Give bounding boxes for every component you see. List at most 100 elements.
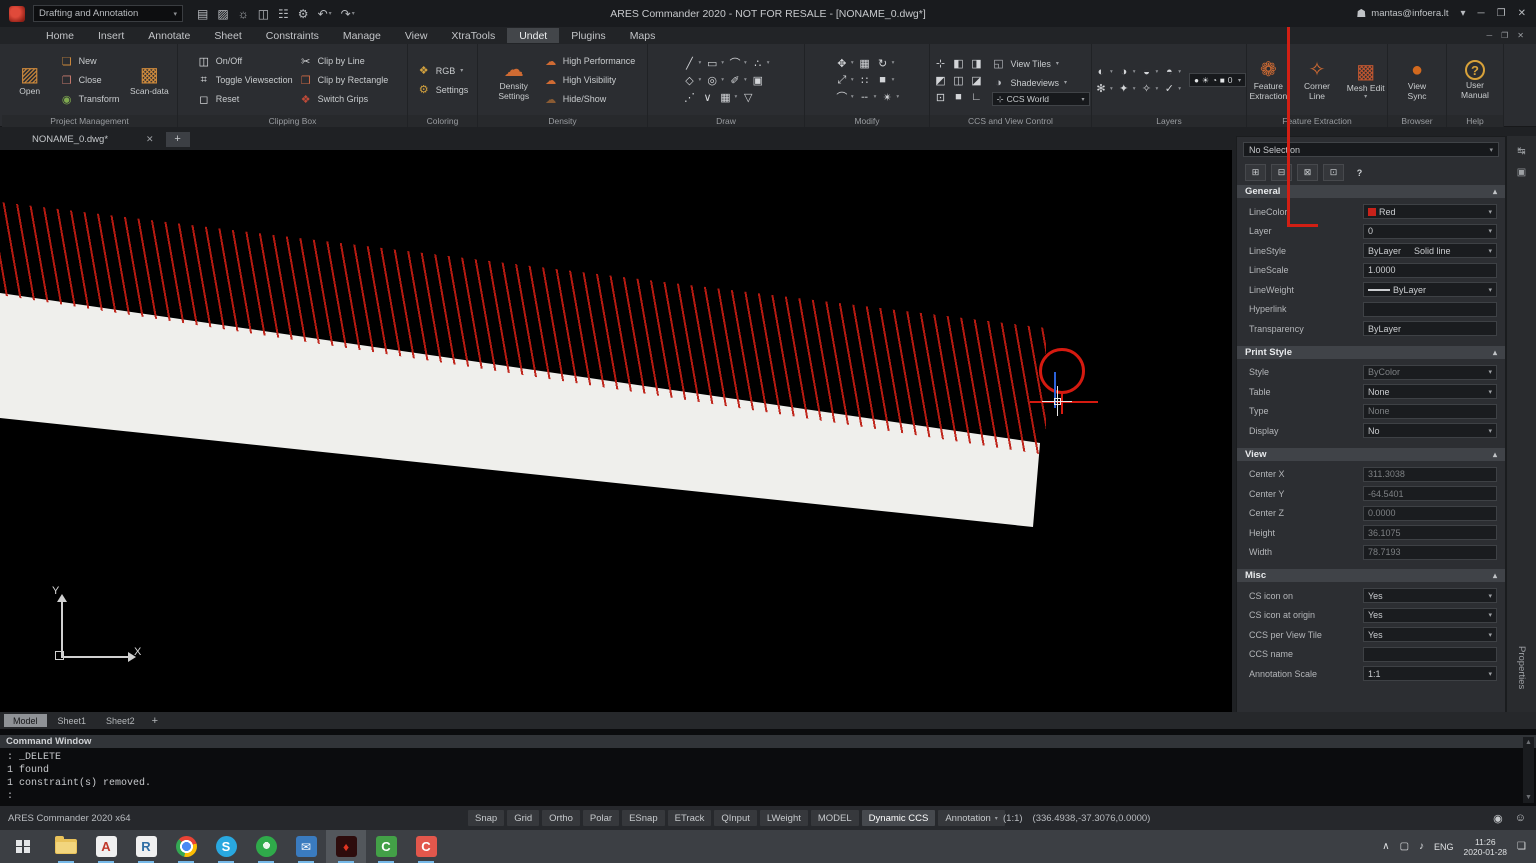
settings-gear-icon[interactable]: ⚙ <box>298 7 309 21</box>
fill-icon[interactable]: ■ <box>874 73 892 88</box>
high-performance-button[interactable]: ☁High Performance <box>544 52 636 71</box>
selection-dropdown[interactable]: No Selection ▾ <box>1243 142 1499 157</box>
rgb-button[interactable]: ❖RGB▾ <box>417 61 469 80</box>
start-button[interactable] <box>0 830 46 863</box>
tab-view[interactable]: View <box>393 28 440 43</box>
skype-icon[interactable]: S <box>206 830 246 863</box>
property-value-dropdown[interactable]: 0▾ <box>1363 224 1497 239</box>
new-file-icon[interactable]: ▤ <box>197 7 208 21</box>
document-tab[interactable]: NONAME_0.dwg* ✕ <box>32 134 154 145</box>
select-filter-icon[interactable]: ⊡ <box>1323 164 1344 181</box>
layer-preview-icon[interactable]: ◑ <box>1115 64 1133 79</box>
open-file-icon[interactable]: ▨ <box>217 7 228 21</box>
autocad-icon[interactable]: A <box>86 830 126 863</box>
sheet-tab-model[interactable]: Model <box>4 714 47 727</box>
toggle-ortho[interactable]: Ortho <box>542 810 580 826</box>
tab-maps[interactable]: Maps <box>618 28 668 43</box>
tab-annotate[interactable]: Annotate <box>136 28 202 43</box>
annotation-scale-value[interactable]: (1:1) <box>1003 813 1023 824</box>
spline-icon[interactable]: ✐ <box>726 73 744 88</box>
collapse-icon[interactable]: ▴ <box>1493 348 1497 357</box>
minimize-icon[interactable]: ─ <box>1478 8 1485 19</box>
account-area[interactable]: ☗ mantas@infoera.lt <box>1356 7 1448 20</box>
chevron-down-icon[interactable]: ▾ <box>892 60 895 66</box>
cursor-coordinates[interactable]: (336.4938,-37.3076,0.0000) <box>1033 813 1151 824</box>
ccs-world-dropdown[interactable]: ⊹CCS World▾ <box>992 92 1090 106</box>
corner-line-button[interactable]: ✧CornerLine <box>1296 59 1339 101</box>
tab-sheet[interactable]: Sheet <box>202 28 253 43</box>
layer-isolate-icon[interactable]: ✧ <box>1138 81 1156 96</box>
view-top-icon[interactable]: ◧ <box>950 56 968 71</box>
chevron-down-icon[interactable]: ▾ <box>1156 86 1159 92</box>
infinite-line-icon[interactable]: ⋰ <box>680 90 698 105</box>
view-iso-icon[interactable]: ■ <box>950 90 968 105</box>
ccs-icon[interactable]: ⊹ <box>932 56 950 71</box>
clip-by-line-button[interactable]: ✂Clip by Line <box>299 52 389 71</box>
wipeout-icon[interactable]: ▽ <box>739 90 757 105</box>
doc-minimize-icon[interactable]: ─ <box>1486 31 1492 40</box>
chevron-down-icon[interactable]: ▾ <box>329 10 332 17</box>
reset-button[interactable]: ◻Reset <box>197 90 293 109</box>
chevron-down-icon[interactable]: ▾ <box>1133 69 1136 75</box>
point-icon[interactable]: ∴ <box>749 56 767 71</box>
property-value-dropdown[interactable]: No▾ <box>1363 423 1497 438</box>
save-icon[interactable]: ◫ <box>258 7 269 21</box>
view-right-icon[interactable]: ◫ <box>950 73 968 88</box>
layer-dropdown[interactable]: ●☀◔■0▾ <box>1189 73 1246 87</box>
hatch-icon[interactable]: ▣ <box>749 73 767 88</box>
layer-states-icon[interactable]: ◒ <box>1138 64 1156 79</box>
property-value-field[interactable] <box>1363 647 1497 662</box>
select-entities-icon[interactable]: ⊞ <box>1245 164 1266 181</box>
chevron-down-icon[interactable]: ▾ <box>851 60 854 66</box>
property-value-field[interactable]: 78.7193 <box>1363 545 1497 560</box>
property-value-field[interactable]: 36.1075 <box>1363 525 1497 540</box>
chevron-down-icon[interactable]: ▾ <box>874 94 877 100</box>
toggle-snap[interactable]: Snap <box>468 810 504 826</box>
layer-tools-icon[interactable]: ◓ <box>1160 64 1178 79</box>
section-header-print-style[interactable]: Print Style▴ <box>1237 346 1505 359</box>
user-menu-arrow-icon[interactable]: ▾ <box>1461 8 1466 19</box>
section-header-general[interactable]: General▴ <box>1237 185 1505 198</box>
property-value-field[interactable] <box>1363 302 1497 317</box>
view-tiles-button[interactable]: ◱View Tiles▾ <box>992 54 1090 73</box>
chevron-down-icon[interactable]: ▾ <box>721 60 724 66</box>
fillet-icon[interactable]: ⌒ <box>833 90 851 105</box>
collapse-icon[interactable]: ▴ <box>1493 450 1497 459</box>
redo-icon[interactable]: ↷▾ <box>341 7 355 21</box>
polygon-icon[interactable]: ◇ <box>680 73 698 88</box>
plot-icon[interactable]: ☷ <box>278 7 289 21</box>
color-settings-button[interactable]: ⚙Settings <box>417 80 469 99</box>
arc-icon[interactable]: ⌒ <box>726 56 744 71</box>
scroll-down-icon[interactable]: ▼ <box>1525 794 1532 801</box>
section-header-misc[interactable]: Misc▴ <box>1237 569 1505 582</box>
property-value-dropdown[interactable]: None▾ <box>1363 384 1497 399</box>
doc-close-icon[interactable]: ✕ <box>1517 31 1524 40</box>
tab-home[interactable]: Home <box>34 28 86 43</box>
taskbar-clock[interactable]: 11:26 2020-01-28 <box>1464 837 1507 857</box>
shadeviews-button[interactable]: ◑Shadeviews▾ <box>992 73 1090 92</box>
rotate-icon[interactable]: ↻ <box>874 56 892 71</box>
doc-restore-icon[interactable]: ❐ <box>1501 31 1508 40</box>
toggle-lweight[interactable]: LWeight <box>760 810 808 826</box>
property-value-dropdown[interactable]: Yes▾ <box>1363 608 1497 623</box>
close-icon[interactable]: ✕ <box>1518 8 1526 19</box>
chevron-down-icon[interactable]: ▾ <box>698 60 701 66</box>
property-value-field[interactable]: 0.0000 <box>1363 506 1497 521</box>
chevron-down-icon[interactable]: ▾ <box>744 60 747 66</box>
session-user-icon[interactable]: ☺ <box>1515 812 1526 825</box>
chevron-down-icon[interactable]: ▾ <box>721 77 724 83</box>
language-indicator[interactable]: ENG <box>1434 842 1454 852</box>
chevron-down-icon[interactable]: ▾ <box>851 94 854 100</box>
chevron-down-icon[interactable]: ▾ <box>352 10 355 17</box>
clip-by-rectangle-button[interactable]: ❒Clip by Rectangle <box>299 71 389 90</box>
user-manual-button[interactable]: ?UserManual <box>1451 60 1499 100</box>
property-value-dropdown[interactable]: Yes▾ <box>1363 627 1497 642</box>
open-button[interactable]: ▨Open <box>6 64 54 96</box>
new-doc-tab-button[interactable]: + <box>166 132 190 147</box>
sheet-tab-sheet2[interactable]: Sheet2 <box>97 714 144 727</box>
sheet-tab-sheet1[interactable]: Sheet1 <box>49 714 96 727</box>
toggle-dynamic-ccs[interactable]: Dynamic CCS <box>862 810 936 826</box>
close-button[interactable]: ❐Close <box>60 71 120 90</box>
collapse-icon[interactable]: ▴ <box>1493 571 1497 580</box>
ares-logo-icon[interactable] <box>9 6 25 22</box>
